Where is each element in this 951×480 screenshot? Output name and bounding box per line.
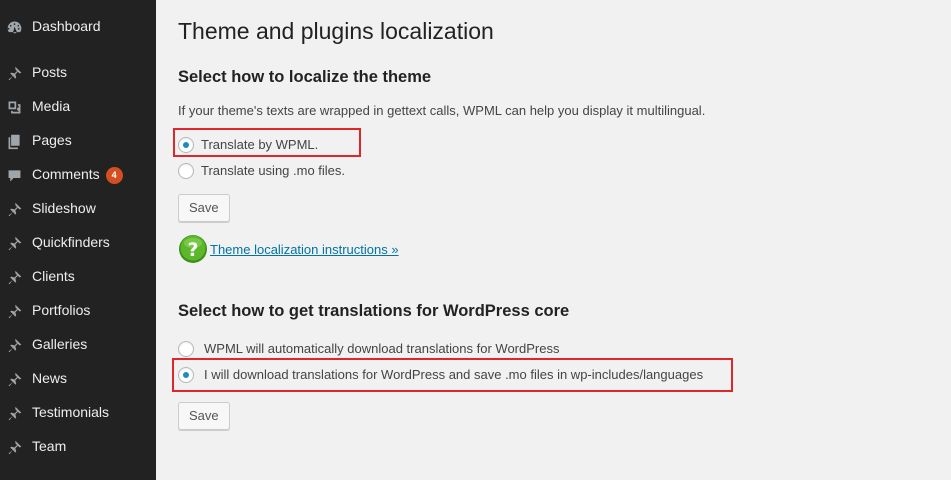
radio-label: Translate by WPML.: [201, 137, 319, 152]
media-icon: [5, 98, 23, 116]
pin-icon: [5, 370, 23, 388]
sidebar-item-label: Comments 4: [32, 165, 123, 184]
sidebar-item-posts[interactable]: Posts: [0, 55, 156, 89]
sidebar-item-testimonials[interactable]: Testimonials: [0, 395, 156, 429]
pages-icon: [5, 132, 23, 150]
sidebar-item-label: Portfolios: [32, 302, 91, 318]
radio-label: Translate using .mo files.: [201, 163, 346, 178]
radio-manual-download[interactable]: I will download translations for WordPre…: [178, 365, 703, 385]
sidebar-item-label: Pages: [32, 132, 72, 148]
sidebar-item-label: Galleries: [32, 336, 88, 352]
pin-icon: [5, 404, 23, 422]
sidebar-item-label: Quickfinders: [32, 234, 110, 250]
radio-button[interactable]: [178, 367, 194, 383]
save-button[interactable]: Save: [178, 194, 230, 222]
sidebar-item-label: Clients: [32, 268, 75, 284]
radio-label: I will download translations for WordPre…: [204, 367, 704, 382]
pin-icon: [5, 200, 23, 218]
help-question-icon: ?: [179, 235, 207, 263]
sidebar-item-label: Slideshow: [32, 200, 96, 216]
page-title: Theme and plugins localization: [178, 18, 494, 44]
sidebar-item-quickfinders[interactable]: Quickfinders: [0, 225, 156, 259]
radio-button[interactable]: [178, 341, 194, 357]
theme-section-description: If your theme's texts are wrapped in get…: [178, 103, 706, 118]
sidebar-item-label: Media: [32, 98, 71, 114]
sidebar-item-pages[interactable]: Pages: [0, 123, 156, 157]
sidebar-item-label: Dashboard: [32, 18, 101, 34]
theme-localization-instructions-link[interactable]: Theme localization instructions »: [210, 242, 399, 257]
pin-icon: [5, 302, 23, 320]
pin-icon: [5, 64, 23, 82]
radio-button[interactable]: [178, 137, 194, 153]
radio-translate-by-wpml[interactable]: Translate by WPML.: [178, 135, 318, 155]
sidebar-item-team[interactable]: Team: [0, 429, 156, 463]
svg-text:?: ?: [187, 239, 198, 261]
sidebar-item-galleries[interactable]: Galleries: [0, 327, 156, 361]
comment-count-badge: 4: [105, 167, 123, 184]
theme-section-heading: Select how to localize the theme: [178, 68, 432, 86]
sidebar-item-clients[interactable]: Clients: [0, 259, 156, 293]
pin-icon: [5, 268, 23, 286]
dashboard-icon: [5, 18, 23, 36]
help-row: ? Theme localization instructions »: [178, 234, 399, 264]
save-button[interactable]: Save: [178, 402, 230, 430]
pin-icon: [5, 336, 23, 354]
radio-translate-using-mo[interactable]: Translate using .mo files.: [178, 161, 345, 181]
sidebar-item-label: Testimonials: [32, 404, 110, 420]
pin-icon: [5, 234, 23, 252]
pin-icon: [5, 438, 23, 456]
sidebar-item-label: News: [32, 370, 68, 386]
radio-auto-download[interactable]: WPML will automatically download transla…: [178, 339, 559, 359]
radio-button[interactable]: [178, 163, 194, 179]
radio-label: WPML will automatically download transla…: [204, 341, 560, 356]
admin-sidebar: Dashboard Posts Media Pages Comments 4 Sl…: [0, 0, 156, 480]
sidebar-item-media[interactable]: Media: [0, 89, 156, 123]
sidebar-item-label: Posts: [32, 64, 68, 80]
sidebar-item-slideshow[interactable]: Slideshow: [0, 191, 156, 225]
sidebar-item-comments[interactable]: Comments 4: [0, 157, 156, 191]
sidebar-item-dashboard[interactable]: Dashboard: [0, 9, 156, 43]
sidebar-item-portfolios[interactable]: Portfolios: [0, 293, 156, 327]
core-section-heading: Select how to get translations for WordP…: [178, 302, 570, 320]
sidebar-item-news[interactable]: News: [0, 361, 156, 395]
sidebar-item-label: Team: [32, 438, 67, 454]
main-content: Theme and plugins localization Select ho…: [156, 0, 951, 480]
comment-icon: [5, 166, 23, 184]
